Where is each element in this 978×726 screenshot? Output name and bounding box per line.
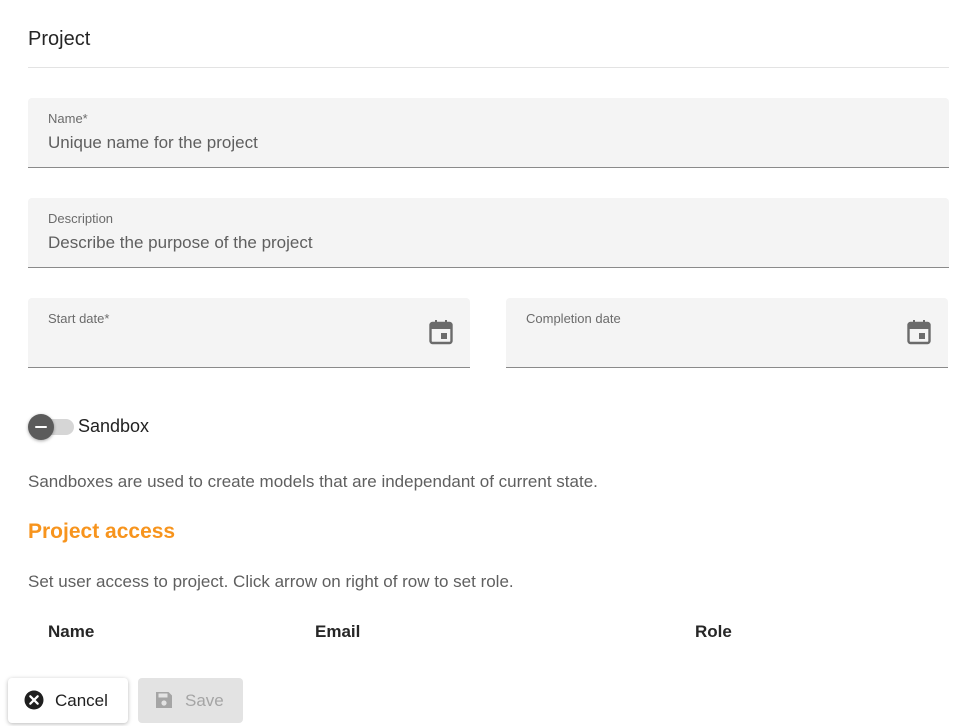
completion-date-label: Completion date bbox=[526, 311, 621, 326]
description-field-placeholder[interactable]: Describe the purpose of the project bbox=[48, 233, 313, 253]
completion-date-field[interactable]: Completion date bbox=[506, 298, 948, 368]
calendar-icon[interactable] bbox=[429, 319, 453, 345]
start-date-label: Start date* bbox=[48, 311, 110, 326]
description-field-label: Description bbox=[48, 211, 114, 226]
column-header-name: Name bbox=[48, 622, 95, 641]
sandbox-help-text: Sandboxes are used to create models that… bbox=[28, 472, 598, 491]
cancel-button[interactable]: Cancel bbox=[8, 678, 128, 723]
column-header-email: Email bbox=[315, 622, 361, 641]
description-field[interactable]: Description Describe the purpose of the … bbox=[28, 198, 949, 268]
sandbox-toggle-thumb[interactable] bbox=[28, 414, 54, 440]
name-field-placeholder[interactable]: Unique name for the project bbox=[48, 133, 258, 153]
name-field-label: Name* bbox=[48, 111, 88, 126]
project-access-heading: Project access bbox=[28, 520, 176, 543]
project-access-help-text: Set user access to project. Click arrow … bbox=[28, 572, 514, 591]
sandbox-label: Sandbox bbox=[78, 416, 150, 436]
page-title: Project bbox=[28, 28, 91, 50]
column-header-role: Role bbox=[695, 622, 732, 641]
cancel-circle-icon bbox=[24, 690, 44, 710]
save-button-label: Save bbox=[185, 691, 224, 710]
save-icon bbox=[156, 692, 172, 708]
project-form-page: Project Name* Unique name for the projec… bbox=[0, 0, 978, 726]
name-field[interactable]: Name* Unique name for the project bbox=[28, 98, 949, 168]
save-button[interactable]: Save bbox=[138, 678, 243, 723]
sandbox-toggle[interactable] bbox=[28, 414, 74, 440]
start-date-field[interactable]: Start date* bbox=[28, 298, 470, 368]
title-divider bbox=[28, 67, 949, 68]
calendar-icon[interactable] bbox=[907, 319, 931, 345]
cancel-button-label: Cancel bbox=[55, 691, 108, 710]
